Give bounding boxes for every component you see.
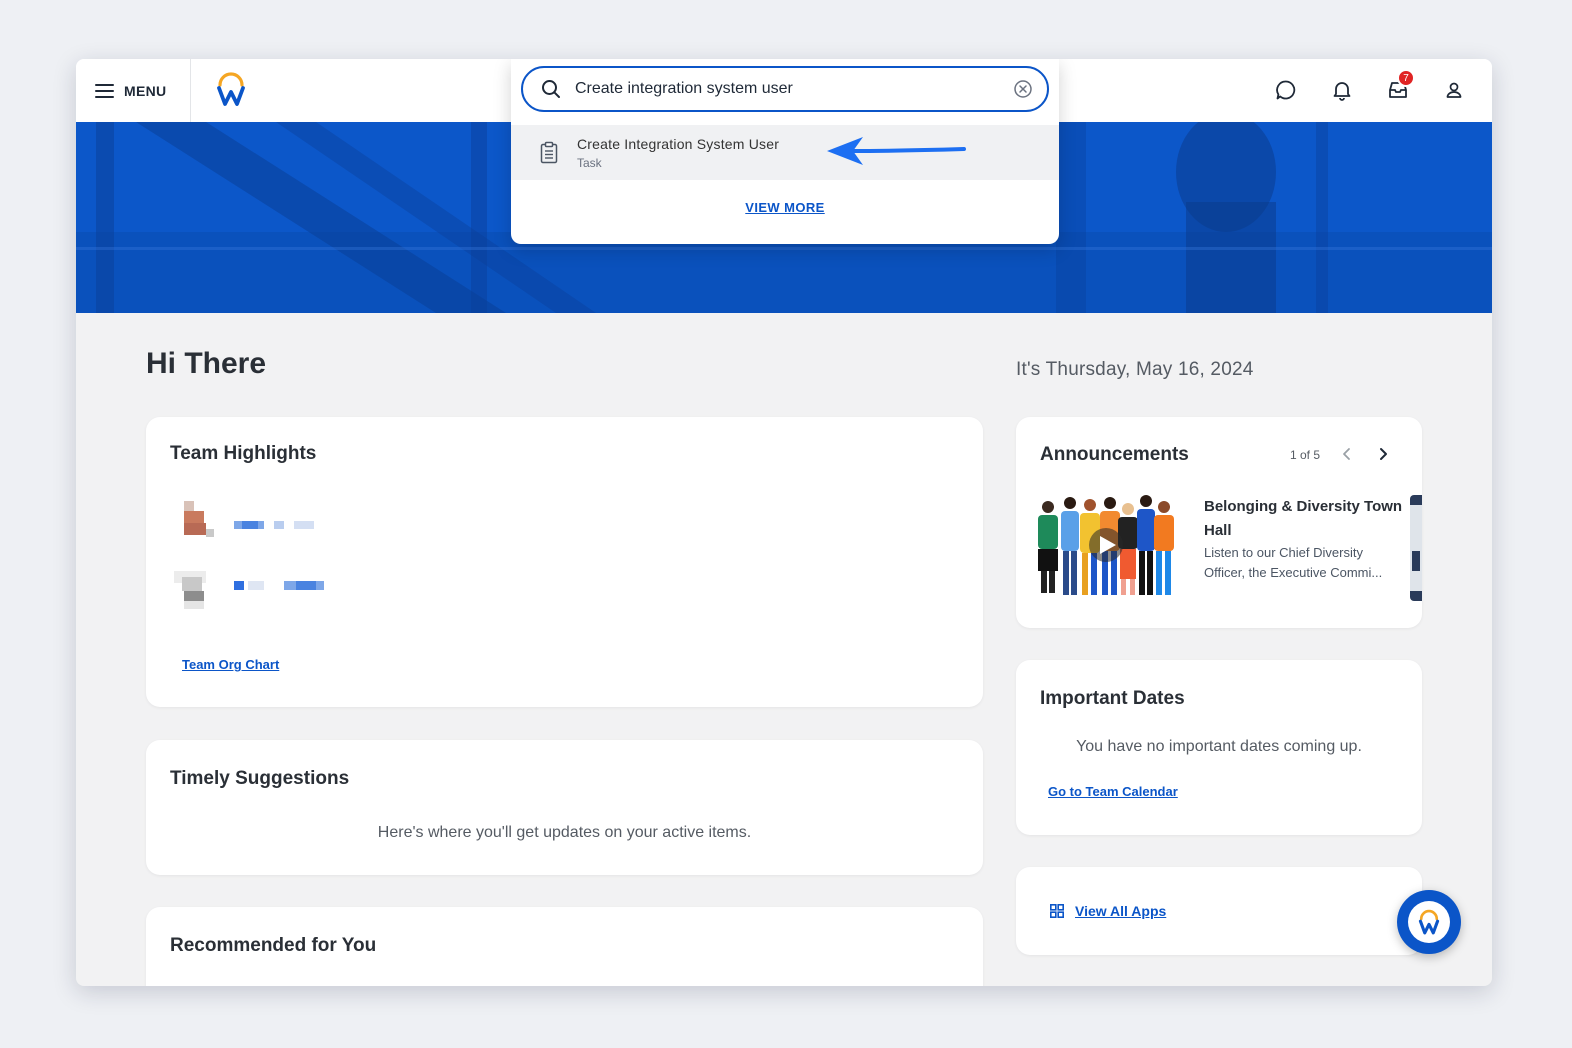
timely-suggestions-title: Timely Suggestions (170, 768, 350, 789)
announcements-title: Announcements (1040, 444, 1189, 465)
recommended-card: Recommended for You (146, 907, 983, 986)
search-result-item[interactable]: Create Integration System User Task (511, 125, 1059, 180)
announcements-card: Announcements 1 of 5 Belonging & Diversi… (1016, 417, 1422, 628)
team-org-chart-link[interactable]: Team Org Chart (182, 657, 279, 672)
timely-suggestions-card: Timely Suggestions Here's where you'll g… (146, 740, 983, 875)
menu-button[interactable]: MENU (76, 59, 190, 122)
search-dropdown: Create Integration System User Task VIEW… (511, 59, 1059, 244)
current-date: It's Thursday, May 16, 2024 (1016, 359, 1254, 380)
greeting-heading: Hi There (146, 347, 267, 380)
search-field[interactable] (521, 66, 1049, 112)
menu-label: MENU (124, 82, 167, 99)
search-result-type: Task (577, 155, 602, 170)
workday-assistant-button[interactable] (1397, 890, 1461, 954)
timely-suggestions-empty-text: Here's where you'll get updates on your … (377, 824, 752, 841)
apps-grid-icon (1050, 904, 1064, 923)
app-window: MENU 7 Create integration system user Cr… (76, 59, 1492, 986)
assistant-logo-icon (1408, 901, 1450, 943)
inbox-count-badge: 7 (1397, 69, 1415, 87)
search-result-title: Create Integration System User (577, 135, 780, 152)
header-divider (190, 59, 191, 122)
announcements-pager: 1 of 5 (1290, 448, 1321, 462)
workday-logo-icon[interactable] (216, 71, 246, 107)
view-all-apps-card: View All Apps (1016, 867, 1422, 955)
inbox-icon[interactable]: 7 (1383, 69, 1415, 105)
next-announcement-peek[interactable] (1410, 495, 1422, 601)
task-clipboard-icon (540, 141, 558, 163)
chat-icon[interactable] (1271, 75, 1301, 105)
clear-search-icon[interactable] (1013, 79, 1033, 99)
bell-icon[interactable] (1327, 75, 1357, 105)
view-more-link[interactable]: VIEW MORE (745, 200, 824, 215)
important-dates-card: Important Dates You have no important da… (1016, 660, 1422, 835)
profile-icon[interactable] (1439, 75, 1469, 105)
announcement-title[interactable]: Belonging & Diversity Town Hall (1204, 495, 1404, 543)
team-member-row[interactable] (182, 501, 332, 541)
team-highlights-card: Team Highlights Team Org Chart (146, 417, 983, 707)
search-result-text: Create Integration System User Task (577, 136, 779, 170)
annotation-arrow-icon (827, 137, 966, 165)
search-icon (542, 80, 560, 98)
view-more-row: VIEW MORE (511, 199, 1059, 217)
recommended-title: Recommended for You (170, 935, 377, 956)
hamburger-icon (95, 83, 114, 98)
search-input[interactable] (575, 80, 1013, 98)
team-highlights-title: Team Highlights (170, 443, 317, 464)
next-chevron-icon[interactable] (1376, 445, 1390, 468)
important-dates-title: Important Dates (1040, 688, 1185, 709)
announcement-description: Listen to our Chief Diversity Officer, t… (1204, 545, 1383, 580)
important-dates-empty-text: You have no important dates coming up. (1076, 738, 1362, 755)
team-member-row[interactable] (174, 567, 334, 611)
previous-chevron-icon[interactable] (1340, 445, 1354, 468)
team-calendar-link[interactable]: Go to Team Calendar (1048, 784, 1178, 799)
announcement-video-thumbnail[interactable] (1034, 493, 1180, 603)
view-all-apps-link[interactable]: View All Apps (1075, 903, 1166, 919)
